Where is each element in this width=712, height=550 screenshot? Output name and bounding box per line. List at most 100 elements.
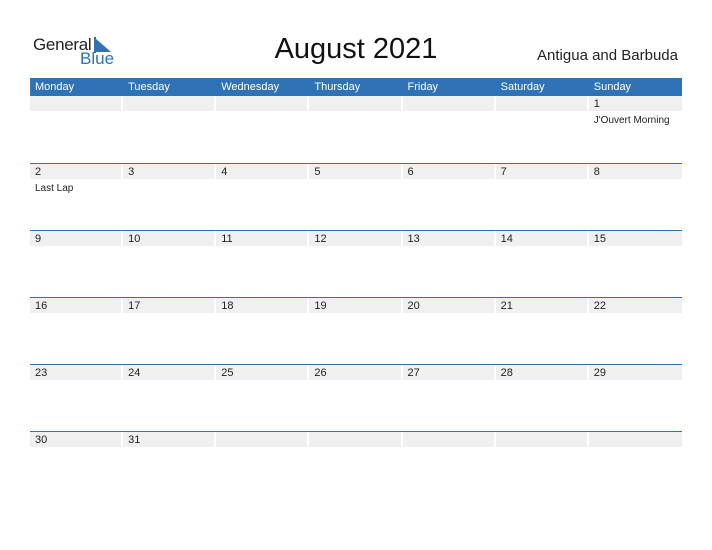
day-cell: 19: [309, 298, 402, 364]
day-number: 2: [35, 166, 42, 178]
day-number: 28: [500, 367, 513, 379]
day-band: [495, 432, 587, 447]
day-cell: 30: [30, 432, 123, 498]
day-number: 15: [593, 233, 606, 245]
country-name: Antigua and Barbuda: [537, 47, 678, 64]
day-number: 23: [35, 367, 48, 379]
day-band: [402, 96, 494, 111]
day-number: 14: [500, 233, 513, 245]
day-cell: [123, 96, 216, 163]
day-band: [216, 96, 308, 111]
day-cell: 18: [216, 298, 309, 364]
day-number: 20: [407, 300, 420, 312]
weekday-friday: Friday: [407, 81, 439, 93]
day-number: 10: [128, 233, 141, 245]
day-cell: [495, 96, 589, 163]
day-cell: [309, 432, 402, 498]
day-cell: 10: [123, 231, 216, 297]
day-cell: 15: [588, 231, 682, 297]
day-cell: 25: [216, 365, 309, 431]
day-cell: 12: [309, 231, 402, 297]
day-cell: [30, 96, 123, 163]
day-number: 9: [35, 233, 42, 245]
day-cell: 7: [495, 164, 589, 230]
day-cell: [216, 96, 309, 163]
day-number: 11: [221, 233, 233, 245]
weekday-wednesday: Wednesday: [221, 81, 280, 93]
day-number: 12: [314, 233, 327, 245]
holiday-label: J'Ouvert Morning: [593, 115, 670, 126]
day-number: 24: [128, 367, 141, 379]
day-cell: 31: [123, 432, 216, 498]
day-band: [30, 96, 122, 111]
weekday-saturday: Saturday: [500, 81, 545, 93]
day-cell: [588, 432, 682, 498]
day-number: 4: [221, 166, 228, 178]
day-number: 5: [314, 166, 321, 178]
day-number: 22: [593, 300, 606, 312]
day-number: 13: [407, 233, 420, 245]
day-number: 16: [35, 300, 48, 312]
day-band: [402, 164, 494, 179]
day-cell: 13: [402, 231, 496, 297]
day-cell: 22: [588, 298, 682, 364]
day-cell: 24: [123, 365, 216, 431]
day-cell: 16: [30, 298, 123, 364]
day-number: 30: [35, 434, 48, 446]
day-cell: [216, 432, 309, 498]
day-band: [495, 96, 587, 111]
day-cell: 8: [588, 164, 682, 230]
weekday-header: Monday Tuesday Wednesday Thursday Friday…: [30, 78, 682, 96]
day-cell: 23: [30, 365, 123, 431]
day-number: 6: [407, 166, 414, 178]
day-cell: [402, 432, 496, 498]
day-cell: [495, 432, 589, 498]
day-number: 7: [500, 166, 507, 178]
day-cell: 17: [123, 298, 216, 364]
day-band: [588, 96, 682, 111]
day-cell: 3: [123, 164, 216, 230]
day-number: 29: [593, 367, 606, 379]
weekday-monday: Monday: [35, 81, 75, 93]
day-band: [495, 164, 587, 179]
week-row: 30 31: [30, 431, 682, 498]
day-number: 18: [221, 300, 234, 312]
calendar-grid: Monday Tuesday Wednesday Thursday Friday…: [30, 78, 682, 498]
day-band: [588, 164, 682, 179]
day-number: 19: [314, 300, 327, 312]
day-band: [402, 432, 494, 447]
day-band: [216, 432, 308, 447]
week-row: 16 17 18 19 20 21 22: [30, 297, 682, 364]
day-cell: 27: [402, 365, 496, 431]
day-cell: 14: [495, 231, 589, 297]
day-number: 3: [128, 166, 135, 178]
day-cell: 4: [216, 164, 309, 230]
day-cell: [402, 96, 496, 163]
day-cell: 5: [309, 164, 402, 230]
day-number: 21: [500, 300, 513, 312]
day-band: [123, 164, 215, 179]
week-row: 23 24 25 26 27 28 29: [30, 364, 682, 431]
day-cell: 26: [309, 365, 402, 431]
day-band: [216, 164, 308, 179]
day-band: [309, 432, 401, 447]
day-band: [123, 96, 215, 111]
weekday-tuesday: Tuesday: [128, 81, 170, 93]
day-number: 31: [128, 434, 141, 446]
day-band: [309, 96, 401, 111]
holiday-label: Last Lap: [35, 183, 74, 194]
weekday-sunday: Sunday: [593, 81, 632, 93]
day-number: 17: [128, 300, 141, 312]
day-number: 25: [221, 367, 234, 379]
week-row: 1 J'Ouvert Morning: [30, 96, 682, 163]
day-number: 1: [593, 98, 600, 110]
week-row: 2 Last Lap 3 4 5 6 7 8: [30, 163, 682, 230]
day-band: [588, 432, 682, 447]
day-cell: 28: [495, 365, 589, 431]
day-cell: 21: [495, 298, 589, 364]
day-cell: 20: [402, 298, 496, 364]
day-cell: 11: [216, 231, 309, 297]
day-cell: 1 J'Ouvert Morning: [588, 96, 682, 163]
day-band: [30, 231, 122, 246]
day-cell: 6: [402, 164, 496, 230]
